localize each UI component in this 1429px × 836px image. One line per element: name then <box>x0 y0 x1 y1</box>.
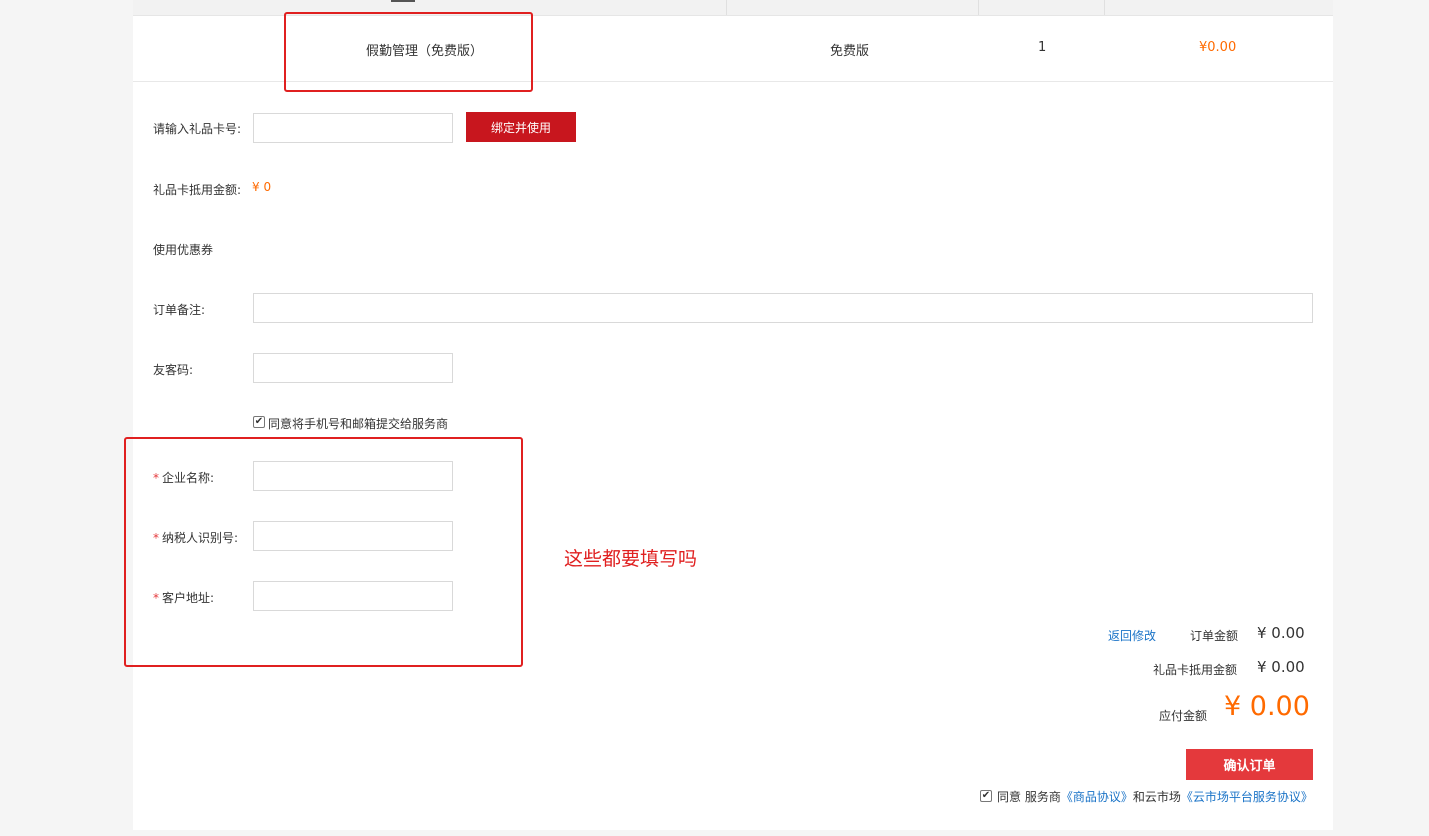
order-amount-value: ¥ 0.00 <box>1257 624 1305 642</box>
agree-middle: 和云市场 <box>1132 790 1181 804</box>
header-divider <box>726 0 727 15</box>
order-amount-label: 订单金额 <box>1190 629 1239 643</box>
header-divider <box>978 0 979 15</box>
gift-deduct-summary-label: 礼品卡抵用金额 <box>1153 663 1238 677</box>
platform-agreement-link[interactable]: 《云市场平台服务协议》 <box>1181 790 1313 804</box>
gift-deduct-value: ¥ 0 <box>252 180 272 194</box>
header-divider <box>1104 0 1105 15</box>
gift-deduct-summary-value: ¥ 0.00 <box>1257 658 1305 676</box>
gift-card-label: 请输入礼品卡号: <box>153 122 242 136</box>
confirm-order-button[interactable]: 确认订单 <box>1186 749 1313 780</box>
order-note-label: 订单备注: <box>153 303 206 317</box>
agreement-line: 同意 服务商《商品协议》和云市场《云市场平台服务协议》 <box>997 788 1313 805</box>
referral-code-input[interactable] <box>253 353 453 383</box>
product-quantity: 1 <box>1038 40 1047 55</box>
header-text-fragment <box>391 0 415 2</box>
product-edition: 免费版 <box>830 44 870 59</box>
bind-and-use-button[interactable]: 绑定并使用 <box>466 112 576 142</box>
back-to-edit-link[interactable]: 返回修改 <box>1108 627 1156 644</box>
use-coupon-label[interactable]: 使用优惠券 <box>153 241 213 258</box>
product-price: ¥0.00 <box>1199 40 1237 55</box>
gift-card-input[interactable] <box>253 113 453 143</box>
payable-value: ¥ 0.00 <box>1224 691 1310 722</box>
payable-label: 应付金额 <box>1159 709 1208 723</box>
annotation-box-product <box>284 12 533 92</box>
product-agreement-link[interactable]: 《商品协议》 <box>1061 790 1133 804</box>
referral-code-label: 友客码: <box>153 363 194 377</box>
agree-prefix: 同意 服务商 <box>997 790 1061 804</box>
gift-deduct-label: 礼品卡抵用金额: <box>153 183 242 197</box>
order-panel: 假勤管理（免费版） 免费版 1 ¥0.00 请输入礼品卡号: 绑定并使用 礼品卡… <box>133 0 1333 830</box>
agree-checkbox[interactable]: ✔ <box>980 790 992 802</box>
annotation-question: 这些都要填写吗 <box>564 548 698 570</box>
consent-text: 同意将手机号和邮箱提交给服务商 <box>268 417 449 431</box>
consent-checkbox[interactable]: ✔ <box>253 416 265 428</box>
order-note-input[interactable] <box>253 293 1313 323</box>
annotation-box-required-fields <box>124 437 523 667</box>
